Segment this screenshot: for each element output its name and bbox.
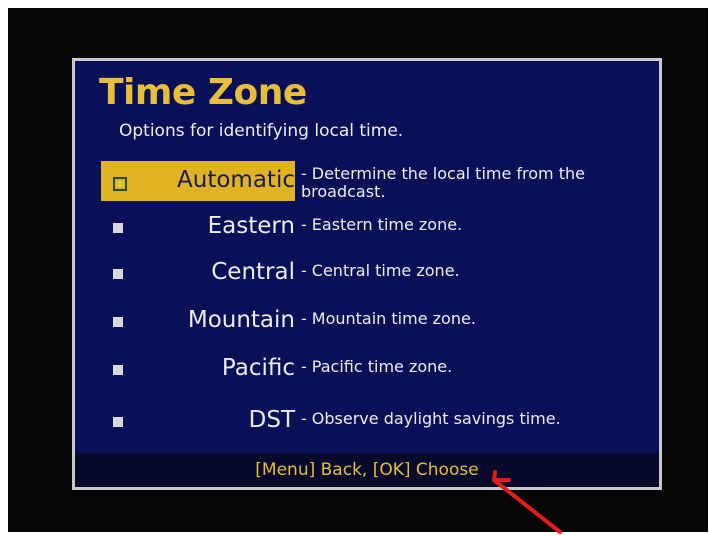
option-description: - Determine the local time from the broad… bbox=[301, 165, 661, 201]
option-description: - Observe daylight savings time. bbox=[301, 409, 561, 429]
option-eastern[interactable]: Eastern - Eastern time zone. bbox=[95, 211, 655, 255]
option-checkbox-icon[interactable] bbox=[113, 269, 123, 279]
option-description-text: Mountain time zone. bbox=[311, 309, 476, 328]
red-arrow-icon bbox=[492, 470, 562, 534]
option-checkbox-icon[interactable] bbox=[113, 177, 127, 191]
option-pacific[interactable]: Pacific - Pacific time zone. bbox=[95, 353, 655, 397]
option-description-text: Central time zone. bbox=[311, 261, 460, 280]
option-label: DST bbox=[248, 407, 295, 433]
option-label: Eastern bbox=[207, 213, 295, 239]
tv-screen: Time Zone Options for identifying local … bbox=[8, 8, 708, 532]
option-label: Pacific bbox=[221, 355, 295, 381]
option-mountain[interactable]: Mountain - Mountain time zone. bbox=[95, 305, 655, 349]
option-automatic[interactable]: Automatic - Determine the local time from… bbox=[95, 161, 655, 209]
dash-separator: - bbox=[301, 309, 307, 328]
option-dst[interactable]: DST - Observe daylight savings time. bbox=[95, 405, 655, 449]
dash-separator: - bbox=[301, 261, 307, 280]
dash-separator: - bbox=[301, 357, 307, 376]
option-label: Automatic bbox=[177, 167, 295, 193]
option-description: - Pacific time zone. bbox=[301, 357, 452, 377]
dash-separator: - bbox=[301, 215, 307, 234]
option-checkbox-icon[interactable] bbox=[113, 317, 123, 327]
option-description: - Mountain time zone. bbox=[301, 309, 476, 329]
option-description: - Central time zone. bbox=[301, 261, 460, 281]
footer-hint: [Menu] Back, [OK] Choose bbox=[75, 453, 659, 487]
page-title: Time Zone bbox=[99, 72, 307, 113]
option-checkbox-icon[interactable] bbox=[113, 417, 123, 427]
option-checkbox-icon[interactable] bbox=[113, 223, 123, 233]
option-label: Mountain bbox=[187, 307, 295, 333]
option-checkbox-icon[interactable] bbox=[113, 365, 123, 375]
option-description: - Eastern time zone. bbox=[301, 215, 462, 235]
option-description-text: Observe daylight savings time. bbox=[311, 409, 561, 428]
page-subtitle: Options for identifying local time. bbox=[119, 121, 404, 141]
dash-separator: - bbox=[301, 164, 307, 183]
option-description-text: Pacific time zone. bbox=[311, 357, 453, 376]
time-zone-dialog: Time Zone Options for identifying local … bbox=[72, 58, 662, 490]
option-label: Central bbox=[211, 259, 295, 285]
option-description-text: Determine the local time from the broadc… bbox=[301, 164, 585, 201]
dash-separator: - bbox=[301, 409, 307, 428]
option-central[interactable]: Central - Central time zone. bbox=[95, 257, 655, 301]
option-description-text: Eastern time zone. bbox=[311, 215, 463, 234]
